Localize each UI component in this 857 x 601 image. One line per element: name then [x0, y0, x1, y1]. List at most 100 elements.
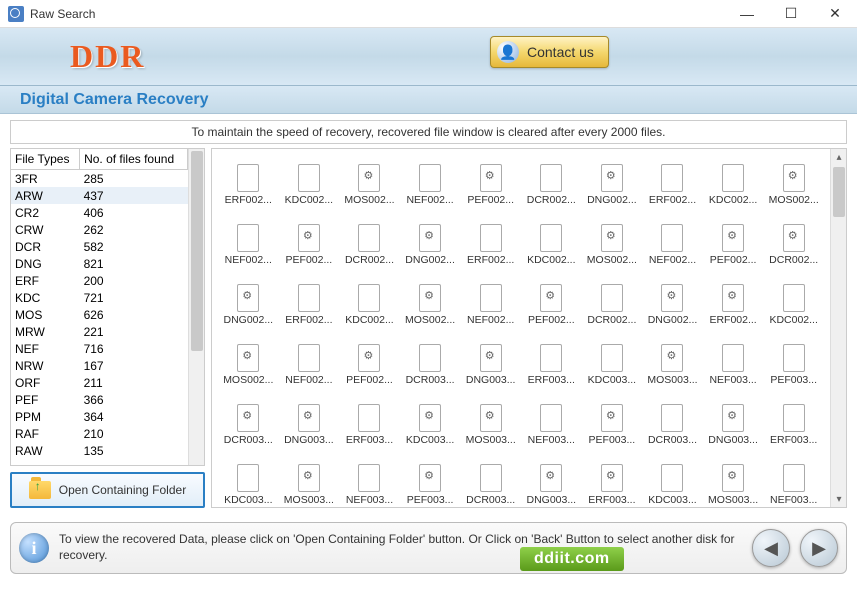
file-item[interactable]: MOS002...: [763, 155, 824, 215]
contact-us-button[interactable]: 👤 Contact us: [490, 36, 609, 68]
file-item[interactable]: ERF002...: [279, 275, 340, 335]
file-item[interactable]: PEF003...: [582, 395, 643, 455]
file-name: NEF003...: [709, 374, 756, 386]
file-item[interactable]: NEF002...: [642, 215, 703, 275]
file-item[interactable]: NEF003...: [763, 455, 824, 507]
file-item[interactable]: DCR003...: [400, 335, 461, 395]
file-item[interactable]: PEF002...: [521, 275, 582, 335]
table-row[interactable]: MRW221: [11, 323, 188, 340]
col-files-found[interactable]: No. of files found: [80, 149, 188, 170]
back-button[interactable]: ◀: [752, 529, 790, 567]
file-item[interactable]: NEF003...: [339, 455, 400, 507]
file-item[interactable]: KDC002...: [521, 215, 582, 275]
file-item[interactable]: DNG003...: [703, 395, 764, 455]
open-containing-folder-button[interactable]: Open Containing Folder: [10, 472, 205, 508]
file-item[interactable]: DNG003...: [460, 335, 521, 395]
file-item[interactable]: KDC003...: [400, 395, 461, 455]
file-item[interactable]: NEF003...: [521, 395, 582, 455]
file-item[interactable]: ERF002...: [703, 275, 764, 335]
file-item[interactable]: KDC002...: [279, 155, 340, 215]
file-item[interactable]: KDC002...: [339, 275, 400, 335]
table-row[interactable]: ORF211: [11, 374, 188, 391]
file-name: ERF002...: [225, 194, 272, 206]
file-item[interactable]: MOS002...: [339, 155, 400, 215]
file-item[interactable]: MOS003...: [703, 455, 764, 507]
file-item[interactable]: DCR003...: [460, 455, 521, 507]
window-title: Raw Search: [30, 7, 725, 21]
table-row[interactable]: KDC721: [11, 289, 188, 306]
close-button[interactable]: ✕: [813, 0, 857, 28]
file-item[interactable]: DCR002...: [339, 215, 400, 275]
file-item[interactable]: DCR002...: [521, 155, 582, 215]
file-item[interactable]: DNG002...: [218, 275, 279, 335]
file-item[interactable]: KDC002...: [763, 275, 824, 335]
file-item[interactable]: DCR002...: [763, 215, 824, 275]
file-item[interactable]: NEF003...: [703, 335, 764, 395]
folder-icon: [29, 481, 51, 499]
file-item[interactable]: DNG002...: [400, 215, 461, 275]
file-item[interactable]: PEF002...: [279, 215, 340, 275]
minimize-button[interactable]: —: [725, 0, 769, 28]
table-row[interactable]: NRW167: [11, 357, 188, 374]
file-item[interactable]: PEF003...: [400, 455, 461, 507]
table-row[interactable]: PEF366: [11, 391, 188, 408]
maximize-button[interactable]: ☐: [769, 0, 813, 28]
file-item[interactable]: KDC003...: [582, 335, 643, 395]
file-name: NEF003...: [346, 494, 393, 506]
file-item[interactable]: ERF002...: [460, 215, 521, 275]
file-item[interactable]: ERF003...: [582, 455, 643, 507]
file-item[interactable]: MOS002...: [400, 275, 461, 335]
table-row[interactable]: PPM364: [11, 408, 188, 425]
file-item[interactable]: PEF002...: [460, 155, 521, 215]
table-row[interactable]: DCR582: [11, 238, 188, 255]
table-scrollbar[interactable]: [188, 149, 204, 465]
file-item[interactable]: ERF003...: [763, 395, 824, 455]
file-item[interactable]: MOS002...: [582, 215, 643, 275]
file-item[interactable]: ERF003...: [339, 395, 400, 455]
table-row[interactable]: ERF200: [11, 272, 188, 289]
file-item[interactable]: MOS003...: [279, 455, 340, 507]
file-item[interactable]: ERF003...: [521, 335, 582, 395]
file-item[interactable]: NEF002...: [460, 275, 521, 335]
file-item[interactable]: KDC002...: [703, 155, 764, 215]
file-item[interactable]: ERF002...: [218, 155, 279, 215]
file-icon: [419, 164, 441, 192]
file-item[interactable]: DNG003...: [279, 395, 340, 455]
table-row[interactable]: RAF210: [11, 425, 188, 442]
table-row[interactable]: RAW135: [11, 442, 188, 459]
table-row[interactable]: DNG821: [11, 255, 188, 272]
table-row[interactable]: ARW437: [11, 187, 188, 204]
table-row[interactable]: CR2406: [11, 204, 188, 221]
scroll-down-icon[interactable]: ▾: [831, 491, 847, 507]
file-item[interactable]: MOS002...: [218, 335, 279, 395]
file-name: DNG003...: [708, 434, 758, 446]
file-item[interactable]: DCR003...: [642, 395, 703, 455]
file-item[interactable]: DCR002...: [582, 275, 643, 335]
file-item[interactable]: DNG002...: [582, 155, 643, 215]
file-item[interactable]: KDC003...: [218, 455, 279, 507]
file-item[interactable]: KDC003...: [642, 455, 703, 507]
file-item[interactable]: ERF002...: [642, 155, 703, 215]
file-item[interactable]: NEF002...: [218, 215, 279, 275]
scroll-up-icon[interactable]: ▴: [831, 149, 847, 165]
file-item[interactable]: MOS003...: [460, 395, 521, 455]
col-file-types[interactable]: File Types: [11, 149, 80, 170]
file-icon: [480, 404, 502, 432]
table-row[interactable]: NEF716: [11, 340, 188, 357]
next-button[interactable]: ▶: [800, 529, 838, 567]
file-item[interactable]: PEF002...: [339, 335, 400, 395]
file-item[interactable]: MOS003...: [642, 335, 703, 395]
scrollbar-thumb[interactable]: [833, 167, 845, 217]
table-row[interactable]: MOS626: [11, 306, 188, 323]
file-item[interactable]: DNG003...: [521, 455, 582, 507]
files-scrollbar[interactable]: ▴ ▾: [830, 149, 846, 507]
table-row[interactable]: 3FR285: [11, 170, 188, 188]
file-item[interactable]: DCR003...: [218, 395, 279, 455]
file-item[interactable]: PEF002...: [703, 215, 764, 275]
file-name: NEF002...: [649, 254, 696, 266]
file-item[interactable]: NEF002...: [279, 335, 340, 395]
table-row[interactable]: CRW262: [11, 221, 188, 238]
file-item[interactable]: DNG002...: [642, 275, 703, 335]
file-item[interactable]: NEF002...: [400, 155, 461, 215]
file-item[interactable]: PEF003...: [763, 335, 824, 395]
